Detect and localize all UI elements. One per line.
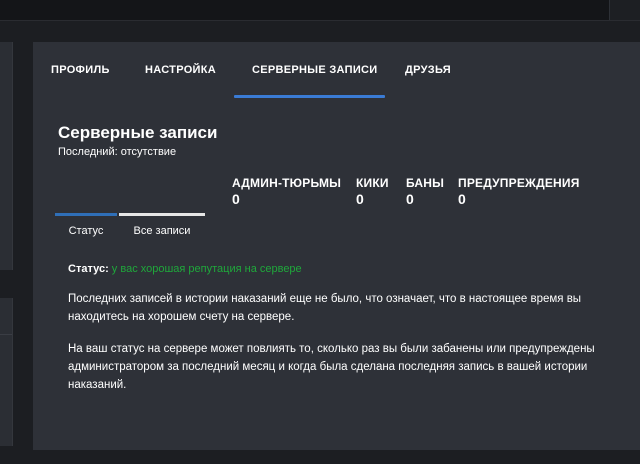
stat-bans: БАНЫ 0 — [406, 176, 444, 207]
top-bar-right-block — [609, 0, 640, 20]
left-side-panel-upper — [0, 42, 13, 270]
section-title: Серверные записи — [58, 123, 218, 142]
subtab-all-records[interactable]: Все записи — [119, 213, 205, 245]
status-line: Статус: у вас хорошая репутация на серве… — [68, 263, 302, 275]
stat-value: 0 — [406, 191, 414, 207]
subtab-status[interactable]: Статус — [55, 213, 117, 245]
last-record-label: Последний: отсутствие — [58, 146, 177, 158]
records-panel: ПРОФИЛЬ НАСТРОЙКА СЕРВЕРНЫЕ ЗАПИСИ ДРУЗЬ… — [33, 42, 640, 450]
stat-value: 0 — [458, 191, 466, 207]
stat-label: БАНЫ — [406, 176, 445, 190]
stat-label: КИКИ — [356, 176, 389, 190]
tab-server-records[interactable]: СЕРВЕРНЫЕ ЗАПИСИ — [252, 64, 378, 76]
left-side-panel-lower — [0, 298, 13, 446]
stat-value: 0 — [232, 191, 240, 207]
tab-friends[interactable]: ДРУЗЬЯ — [405, 64, 451, 76]
stat-kicks: КИКИ 0 — [356, 176, 389, 207]
info-paragraph-2: На ваш статус на сервере может повлиять … — [68, 343, 595, 391]
active-tab-indicator — [234, 95, 385, 98]
status-value: у вас хорошая репутация на сервере — [111, 263, 302, 275]
stat-label: ПРЕДУПРЕЖДЕНИЯ — [458, 176, 580, 190]
status-key: Статус: — [68, 263, 109, 275]
stat-label: АДМИН-ТЮРЬМЫ — [232, 176, 342, 190]
left-panel-divider — [0, 334, 12, 335]
tab-profile[interactable]: ПРОФИЛЬ — [51, 64, 110, 76]
info-paragraph-1: Последних записей в истории наказаний ещ… — [68, 293, 582, 323]
stat-warnings: ПРЕДУПРЕЖДЕНИЯ 0 — [458, 176, 580, 207]
tab-settings[interactable]: НАСТРОЙКА — [145, 64, 216, 76]
profile-tabs: ПРОФИЛЬ НАСТРОЙКА СЕРВЕРНЫЕ ЗАПИСИ ДРУЗЬ… — [33, 42, 640, 98]
top-bar — [0, 0, 640, 21]
stat-admin-jails: АДМИН-ТЮРЬМЫ 0 — [232, 176, 341, 207]
stat-value: 0 — [356, 191, 364, 207]
